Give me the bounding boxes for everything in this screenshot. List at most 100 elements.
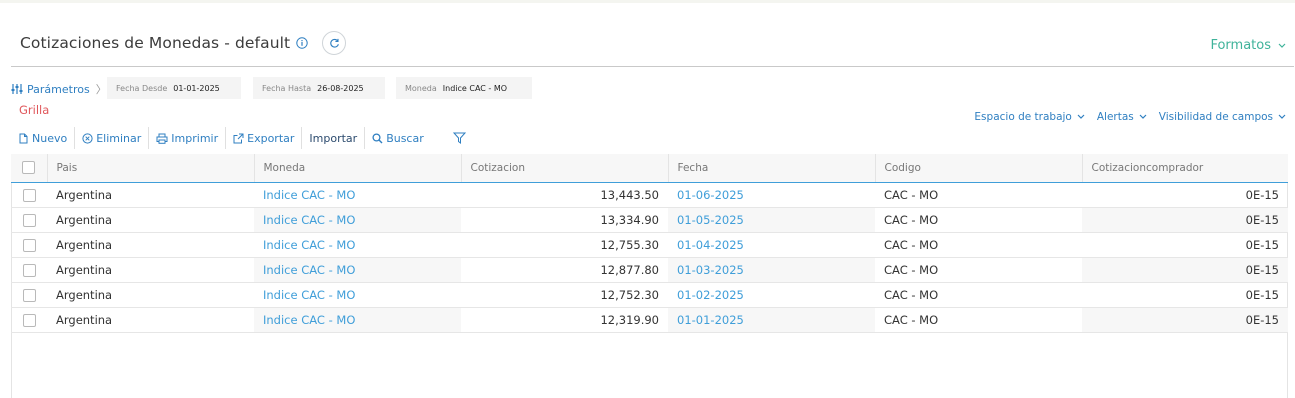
search-icon bbox=[372, 132, 383, 143]
external-link-icon bbox=[233, 133, 244, 143]
cell-cotizacion: 13,334.90 bbox=[461, 207, 668, 233]
eliminar-button[interactable]: Eliminar bbox=[75, 127, 150, 149]
filter-chip-fecha-hasta[interactable]: Fecha Hasta 26-08-2025 bbox=[253, 77, 385, 99]
table-row[interactable]: Argentina Indice CAC - MO 12,755.30 01-0… bbox=[11, 232, 1288, 258]
cell-cotizacion: 12,877.80 bbox=[461, 257, 668, 283]
formatos-dropdown[interactable]: Formatos bbox=[1210, 38, 1286, 53]
row-checkbox[interactable] bbox=[22, 238, 36, 252]
row-checkbox-cell[interactable] bbox=[11, 232, 47, 258]
parametros-toggle[interactable]: Parámetros 〉 bbox=[11, 81, 107, 97]
row-checkbox[interactable] bbox=[22, 263, 36, 277]
table-row[interactable]: Argentina Indice CAC - MO 12,877.80 01-0… bbox=[11, 257, 1288, 283]
grilla-label: Grilla bbox=[19, 103, 50, 117]
cell-fecha-link[interactable]: 01-04-2025 bbox=[668, 232, 875, 258]
cell-moneda-link[interactable]: Indice CAC - MO bbox=[254, 282, 461, 308]
importar-button[interactable]: Importar bbox=[302, 127, 366, 149]
row-checkbox-cell[interactable] bbox=[11, 307, 47, 333]
row-checkbox[interactable] bbox=[22, 313, 36, 327]
table-row[interactable]: Argentina Indice CAC - MO 13,443.50 01-0… bbox=[11, 182, 1288, 208]
row-checkbox[interactable] bbox=[22, 288, 36, 302]
chevron-down-icon bbox=[1278, 114, 1286, 119]
cell-fecha-link[interactable]: 01-02-2025 bbox=[668, 282, 875, 308]
column-header-pais[interactable]: Pais bbox=[47, 154, 255, 183]
row-checkbox[interactable] bbox=[22, 188, 36, 202]
cell-codigo: CAC - MO bbox=[875, 232, 1082, 258]
column-header-moneda[interactable]: Moneda bbox=[254, 154, 462, 183]
imprimir-label: Imprimir bbox=[171, 131, 219, 145]
cell-codigo: CAC - MO bbox=[875, 307, 1082, 333]
page-header: Cotizaciones de Monedas - default bbox=[20, 31, 347, 55]
buscar-label: Buscar bbox=[386, 131, 424, 145]
table-row[interactable]: Argentina Indice CAC - MO 12,752.30 01-0… bbox=[11, 282, 1288, 308]
refresh-button[interactable] bbox=[322, 31, 347, 55]
cell-moneda-link[interactable]: Indice CAC - MO bbox=[254, 232, 461, 258]
cell-pais: Argentina bbox=[47, 282, 254, 308]
cell-codigo: CAC - MO bbox=[875, 182, 1082, 208]
cell-moneda-link[interactable]: Indice CAC - MO bbox=[254, 257, 461, 283]
chip-value: 26-08-2025 bbox=[317, 83, 364, 93]
row-checkbox-cell[interactable] bbox=[11, 257, 47, 283]
cell-fecha-link[interactable]: 01-05-2025 bbox=[668, 207, 875, 233]
cell-moneda-link[interactable]: Indice CAC - MO bbox=[254, 207, 461, 233]
cell-cotizacioncomprador: 0E-15 bbox=[1082, 182, 1288, 208]
chip-label: Moneda bbox=[405, 83, 437, 93]
column-header-fecha[interactable]: Fecha bbox=[668, 154, 876, 183]
cell-pais: Argentina bbox=[47, 232, 254, 258]
cell-fecha-link[interactable]: 01-06-2025 bbox=[668, 182, 875, 208]
buscar-button[interactable]: Buscar bbox=[365, 127, 431, 149]
chip-value: 01-01-2025 bbox=[173, 83, 220, 93]
chevron-down-icon bbox=[1139, 114, 1147, 119]
table-row[interactable]: Argentina Indice CAC - MO 13,334.90 01-0… bbox=[11, 207, 1288, 233]
select-all-checkbox-cell[interactable] bbox=[11, 154, 48, 183]
row-checkbox-cell[interactable] bbox=[11, 182, 47, 208]
cell-cotizacioncomprador: 0E-15 bbox=[1082, 232, 1288, 258]
cell-fecha-link[interactable]: 01-01-2025 bbox=[668, 307, 875, 333]
table-row[interactable]: Argentina Indice CAC - MO 12,319.90 01-0… bbox=[11, 307, 1288, 333]
grid-toolbar: Nuevo Eliminar Imprimir Exportar Importa… bbox=[11, 127, 476, 149]
filter-chip-fecha-desde[interactable]: Fecha Desde 01-01-2025 bbox=[107, 77, 241, 99]
row-checkbox[interactable] bbox=[22, 213, 36, 227]
cell-codigo: CAC - MO bbox=[875, 257, 1082, 283]
espacio-de-trabajo-dropdown[interactable]: Espacio de trabajo bbox=[974, 111, 1085, 123]
filter-icon bbox=[452, 132, 466, 144]
row-checkbox-cell[interactable] bbox=[11, 207, 47, 233]
cell-moneda-link[interactable]: Indice CAC - MO bbox=[254, 307, 461, 333]
cell-cotizacion: 12,755.30 bbox=[461, 232, 668, 258]
chip-value: Indice CAC - MO bbox=[442, 83, 508, 93]
cell-cotizacion: 12,752.30 bbox=[461, 282, 668, 308]
column-header-codigo[interactable]: Codigo bbox=[875, 154, 1083, 183]
cell-cotizacion: 12,319.90 bbox=[461, 307, 668, 333]
nuevo-label: Nuevo bbox=[32, 131, 68, 145]
column-header-cotizacion[interactable]: Cotizacion bbox=[461, 154, 669, 183]
info-icon[interactable] bbox=[296, 37, 308, 49]
chevron-right-icon: 〉 bbox=[95, 83, 107, 96]
alertas-label: Alertas bbox=[1096, 111, 1134, 123]
printer-icon bbox=[156, 133, 168, 144]
cell-cotizacioncomprador: 0E-15 bbox=[1082, 282, 1288, 308]
filter-button[interactable] bbox=[431, 127, 476, 149]
cell-moneda-link[interactable]: Indice CAC - MO bbox=[254, 182, 461, 208]
nuevo-button[interactable]: Nuevo bbox=[11, 127, 76, 149]
imprimir-button[interactable]: Imprimir bbox=[149, 127, 227, 149]
visibilidad-campos-dropdown[interactable]: Visibilidad de campos bbox=[1159, 111, 1286, 123]
top-strip bbox=[0, 0, 1295, 3]
exportar-button[interactable]: Exportar bbox=[226, 127, 303, 149]
row-checkbox-cell[interactable] bbox=[11, 282, 47, 308]
alertas-dropdown[interactable]: Alertas bbox=[1097, 111, 1147, 123]
cell-pais: Argentina bbox=[47, 182, 254, 208]
filter-chip-moneda[interactable]: Moneda Indice CAC - MO bbox=[396, 77, 532, 99]
cell-codigo: CAC - MO bbox=[875, 207, 1082, 233]
eliminar-label: Eliminar bbox=[96, 131, 142, 145]
column-header-cotizacioncomprador[interactable]: Cotizacioncomprador bbox=[1082, 154, 1288, 183]
sliders-icon bbox=[11, 84, 23, 94]
new-file-icon bbox=[19, 133, 28, 143]
cell-cotizacioncomprador: 0E-15 bbox=[1082, 207, 1288, 233]
parametros-label: Parámetros bbox=[27, 82, 90, 96]
cell-fecha-link[interactable]: 01-03-2025 bbox=[668, 257, 875, 283]
cell-pais: Argentina bbox=[47, 307, 254, 333]
cell-pais: Argentina bbox=[47, 257, 254, 283]
page-title: Cotizaciones de Monedas - default bbox=[20, 34, 291, 52]
cell-cotizacioncomprador: 0E-15 bbox=[1082, 257, 1288, 283]
select-all-checkbox[interactable] bbox=[22, 161, 36, 175]
espacio-label: Espacio de trabajo bbox=[974, 111, 1072, 123]
